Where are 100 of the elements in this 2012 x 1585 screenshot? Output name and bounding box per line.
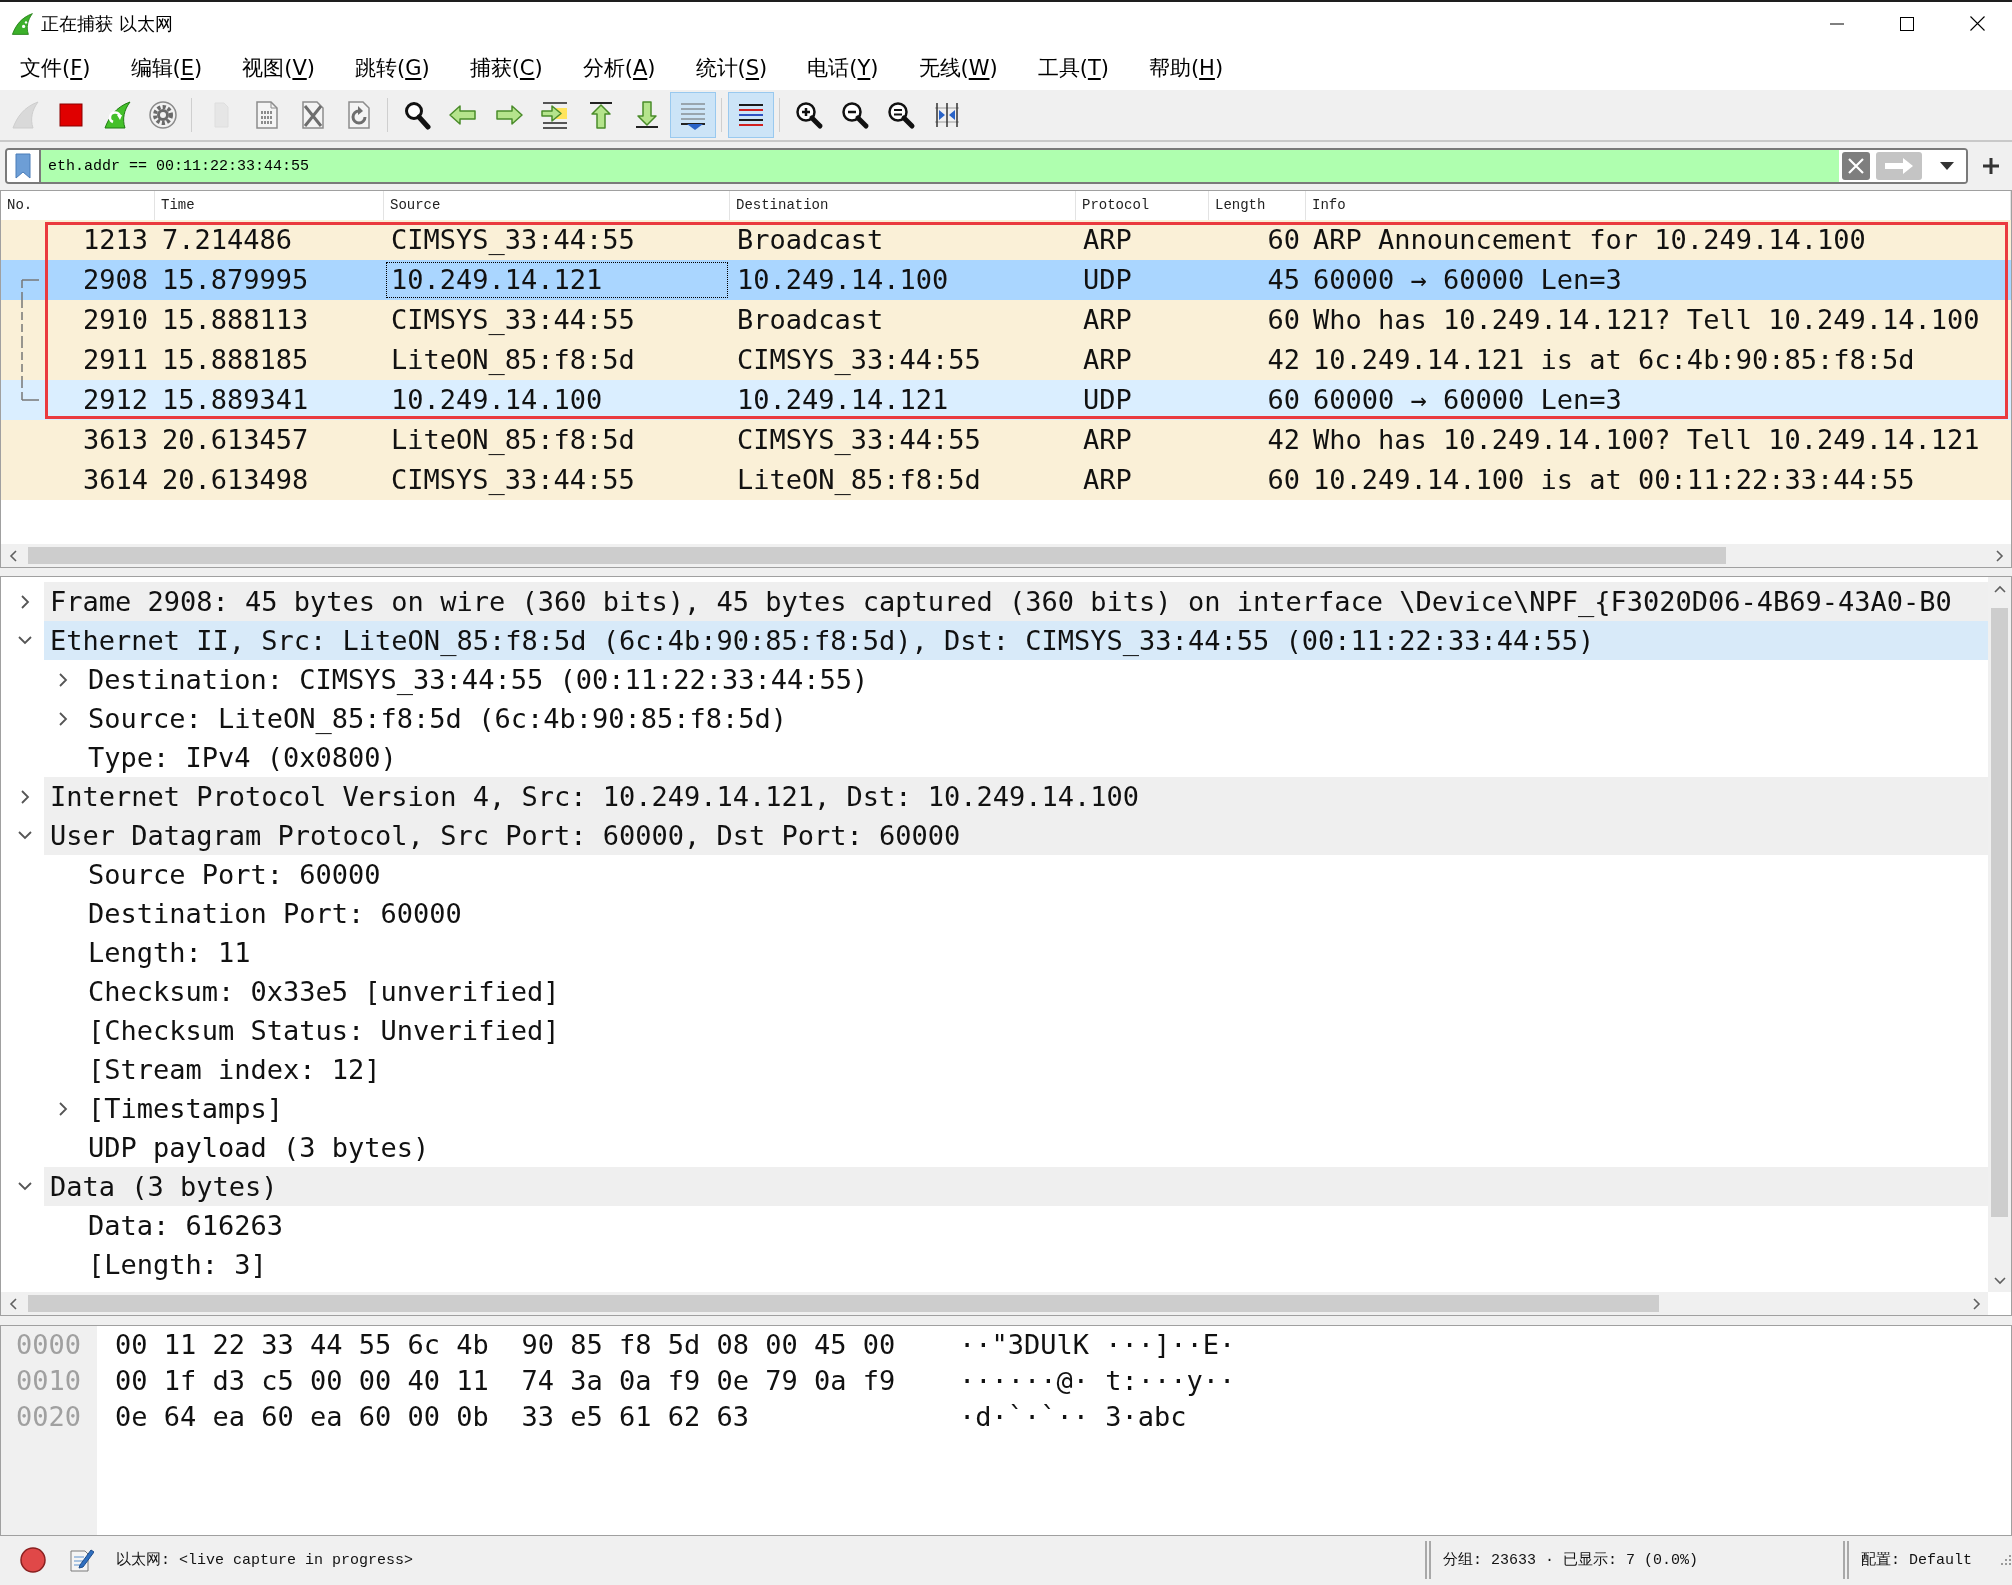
table-cell-text: CIMSYS_33:44:55 xyxy=(390,303,636,337)
gear-icon[interactable] xyxy=(148,100,178,130)
table-cell-text: 10.249.14.121 is at 6c:4b:90:85:f8:5d xyxy=(1312,343,1916,377)
menu-item[interactable]: 电话(Y) xyxy=(787,47,899,88)
table-cell-text: 20.613498 xyxy=(161,463,310,497)
menu-item[interactable]: 帮助(H) xyxy=(1128,47,1244,88)
tree-item[interactable]: Data (3 bytes) xyxy=(44,1167,1988,1206)
table-cell-text: 3613 xyxy=(81,423,149,457)
table-cell-text: 2912 xyxy=(81,383,149,417)
tree-item[interactable]: Type: IPv4 (0x0800) xyxy=(82,738,401,777)
scrollbar-thumb[interactable] xyxy=(28,547,1726,564)
tree-item[interactable]: [Stream index: 12] xyxy=(82,1050,385,1089)
chevron-right-icon[interactable] xyxy=(1995,549,2004,562)
packet-row[interactable]: 2911 15.888185 LiteON_85:f8:5d CIMSYS_33:44:55 ARP 42 10.249.14.121 is at 6c:4b:90:85:f8:5d xyxy=(1,340,2011,380)
tree-item[interactable]: [Timestamps] xyxy=(82,1089,288,1128)
close-icon xyxy=(1969,16,1985,31)
arrow-lines-icon[interactable] xyxy=(540,100,570,130)
fin-arrow-icon[interactable] xyxy=(102,100,132,130)
tree-item[interactable]: Length: 11 xyxy=(82,933,255,972)
menu-item[interactable]: 统计(S) xyxy=(675,47,788,88)
hex-bytes: 0e 64 ea 60 ea 60 00 0b 33 e5 61 62 63 xyxy=(115,1400,749,1434)
table-cell: 10.249.14.121 xyxy=(384,260,730,300)
chevron-right-icon[interactable] xyxy=(58,672,68,687)
table-cell-text: 42 xyxy=(1266,423,1301,457)
chevron-down-icon[interactable] xyxy=(1993,1276,2006,1285)
table-cell-text: 60000 → 60000 Len=3 xyxy=(1312,263,1623,297)
bookmark-button[interactable] xyxy=(7,150,41,182)
table-cell-text: 15.888113 xyxy=(161,303,310,337)
chevron-left-icon[interactable] xyxy=(8,1297,17,1310)
table-cell-text: LiteON_85:f8:5d xyxy=(736,463,982,497)
menu-item[interactable]: 编辑(E) xyxy=(110,47,223,88)
tree-item[interactable]: Checksum: 0x33e5 [unverified] xyxy=(82,972,564,1011)
tree-item[interactable]: Destination: CIMSYS_33:44:55 (00:11:22:33:44:55) xyxy=(82,660,873,699)
menu-item[interactable]: 工具(T) xyxy=(1017,47,1129,88)
tree-item[interactable]: Source: LiteON_85:f8:5d (6c:4b:90:85:f8:5d) xyxy=(82,699,791,738)
tree-item[interactable]: Internet Protocol Version 4, Src: 10.249.14.121, Dst: 10.249.14.100 xyxy=(44,777,1988,816)
zoom-out-icon[interactable] xyxy=(840,100,870,130)
chevron-left-icon[interactable] xyxy=(8,549,17,562)
toolbar-button[interactable] xyxy=(728,92,774,138)
table-cell-text: UDP xyxy=(1082,263,1133,297)
tree-item[interactable]: UDP payload (3 bytes) xyxy=(82,1128,434,1167)
fin-logo-icon xyxy=(10,11,34,36)
table-cell-text: 2911 xyxy=(81,343,149,377)
window-title: 正在捕获 以太网 xyxy=(41,11,173,36)
menu-item[interactable]: 跳转(G) xyxy=(334,47,450,88)
chevron-down-icon[interactable] xyxy=(18,636,32,645)
tree-item[interactable]: [Length: 3] xyxy=(82,1245,271,1284)
table-cell-text: 10.249.14.100 xyxy=(736,263,950,297)
stop-icon[interactable] xyxy=(56,100,86,130)
column-resize-icon[interactable] xyxy=(932,100,962,130)
chevron-right-icon[interactable] xyxy=(1972,1297,1981,1310)
chevron-right-icon[interactable] xyxy=(20,789,30,804)
table-cell-text: CIMSYS_33:44:55 xyxy=(736,423,982,457)
clear-button[interactable] xyxy=(1842,152,1870,180)
table-cell-text: 15.889341 xyxy=(161,383,310,417)
lines-triangle-icon[interactable] xyxy=(678,100,708,130)
chevron-right-icon[interactable] xyxy=(58,1101,68,1116)
tree-item[interactable]: [Checksum Status: Unverified] xyxy=(82,1011,564,1050)
menu-item[interactable]: 文件(F) xyxy=(0,47,111,88)
scrollbar-thumb[interactable] xyxy=(28,1295,1659,1312)
menu-item[interactable]: 无线(W) xyxy=(898,47,1018,88)
table-cell-text: 15.879995 xyxy=(161,263,310,297)
tree-item[interactable]: Source Port: 60000 xyxy=(82,855,385,894)
packet-row[interactable]: 2912 15.889341 10.249.14.100 10.249.14.121 UDP 60 60000 → 60000 Len=3 xyxy=(1,380,2011,420)
byte-offset: 0020 xyxy=(15,1400,83,1434)
scrollbar-thumb[interactable] xyxy=(1991,608,2008,1217)
chevron-down-icon[interactable] xyxy=(18,831,32,840)
chevron-down-icon[interactable] xyxy=(18,1182,32,1191)
tree-item[interactable]: Frame 2908: 45 bytes on wire (360 bits), 45 bytes captured (360 bits) on interface \Device\NPF_{F3020D06-4B69-43A0-B0 xyxy=(44,582,1988,621)
table-cell-text: 15.888185 xyxy=(161,343,310,377)
packet-row[interactable]: 2910 15.888113 CIMSYS_33:44:55 Broadcast ARP 60 Who has 10.249.14.121? Tell 10.249.14.100 xyxy=(1,300,2011,340)
search-icon[interactable] xyxy=(402,100,432,130)
table-cell-text: ARP Announcement for 10.249.14.100 xyxy=(1312,223,1867,257)
table-cell-text: 60 xyxy=(1266,383,1301,417)
tree-item[interactable]: User Datagram Protocol, Src Port: 60000, Dst Port: 60000 xyxy=(44,816,1988,855)
table-cell-text: 60 xyxy=(1266,223,1301,257)
filter-field[interactable]: eth.addr == 00:11:22:33:44:55 xyxy=(41,150,1839,182)
zoom-in-icon[interactable] xyxy=(794,100,824,130)
magnifier-equals-icon[interactable] xyxy=(886,100,916,130)
horizontal-scrollbar[interactable] xyxy=(1,544,2011,567)
chevron-right-icon[interactable] xyxy=(20,594,30,609)
horizontal-scrollbar[interactable] xyxy=(1,1292,1988,1315)
tree-item[interactable]: Ethernet II, Src: LiteON_85:f8:5d (6c:4b:90:85:f8:5d), Dst: CIMSYS_33:44:55 (00:11:22:33:44:55) xyxy=(44,621,1988,660)
packet-row[interactable]: 3613 20.613457 LiteON_85:f8:5d CIMSYS_33:44:55 ARP 42 Who has 10.249.14.100? Tell 10.249.14.121 xyxy=(1,420,2011,460)
table-cell-text: LiteON_85:f8:5d xyxy=(390,343,636,377)
table-cell-text: 2910 xyxy=(81,303,149,337)
chevron-up-icon[interactable] xyxy=(1993,584,2006,593)
menu-item[interactable]: 捕获(C) xyxy=(449,47,563,88)
table-cell-text: LiteON_85:f8:5d xyxy=(390,423,636,457)
menu-item[interactable]: 分析(A) xyxy=(562,47,676,88)
vertical-scrollbar[interactable] xyxy=(1988,577,2011,1292)
packet-row[interactable]: 2908 15.879995 10.249.14.121 10.249.14.100 UDP 45 60000 → 60000 Len=3 xyxy=(1,260,2011,300)
tree-item[interactable]: Data: 616263 xyxy=(82,1206,288,1245)
menu-item[interactable]: 视图(V) xyxy=(222,47,335,88)
chevron-right-icon[interactable] xyxy=(58,711,68,726)
packet-row[interactable]: 3614 20.613498 CIMSYS_33:44:55 LiteON_85:f8:5d ARP 60 10.249.14.100 is at 00:11:22:33:44:55 xyxy=(1,460,2011,500)
tree-item[interactable]: Destination Port: 60000 xyxy=(82,894,466,933)
table-cell-text: 60000 → 60000 Len=3 xyxy=(1312,383,1623,417)
table-cell-text: 60 xyxy=(1266,463,1301,497)
packet-row[interactable]: 1213 7.214486 CIMSYS_33:44:55 Broadcast ARP 60 ARP Announcement for 10.249.14.100 xyxy=(1,220,2011,260)
